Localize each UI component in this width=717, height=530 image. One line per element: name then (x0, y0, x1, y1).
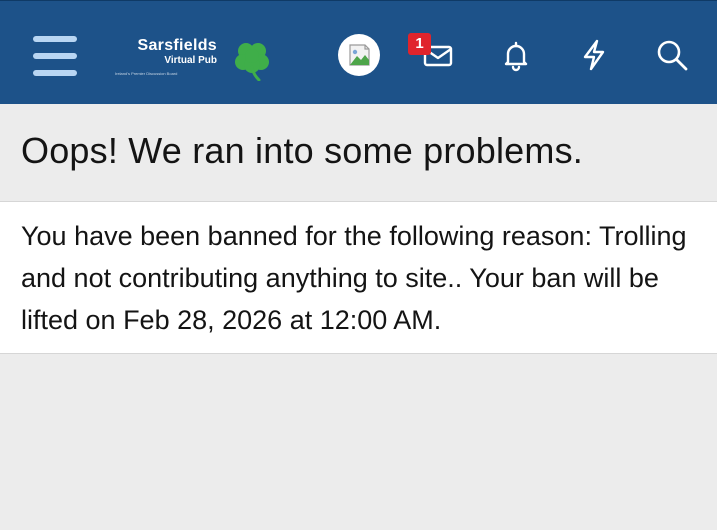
logo-tagline: Ireland's Premier Discussion Board (115, 71, 178, 76)
top-navigation-bar: Sarsfields Virtual Pub Ireland's Premier… (0, 0, 717, 104)
hamburger-menu-icon[interactable] (33, 36, 77, 76)
broken-image-icon (349, 44, 370, 66)
ban-message: You have been banned for the following r… (21, 221, 687, 335)
error-title: Oops! We ran into some problems. (21, 130, 583, 171)
logo-title: Sarsfields (137, 37, 217, 54)
bell-icon[interactable] (498, 37, 534, 73)
user-avatar[interactable] (338, 34, 380, 76)
logo-subtitle: Virtual Pub (164, 55, 217, 66)
inbox-badge: 1 (408, 33, 431, 55)
site-logo[interactable]: Sarsfields Virtual Pub Ireland's Premier… (113, 37, 278, 85)
shamrock-icon (235, 43, 269, 81)
lightning-icon[interactable] (576, 37, 612, 73)
search-icon[interactable] (654, 37, 690, 73)
